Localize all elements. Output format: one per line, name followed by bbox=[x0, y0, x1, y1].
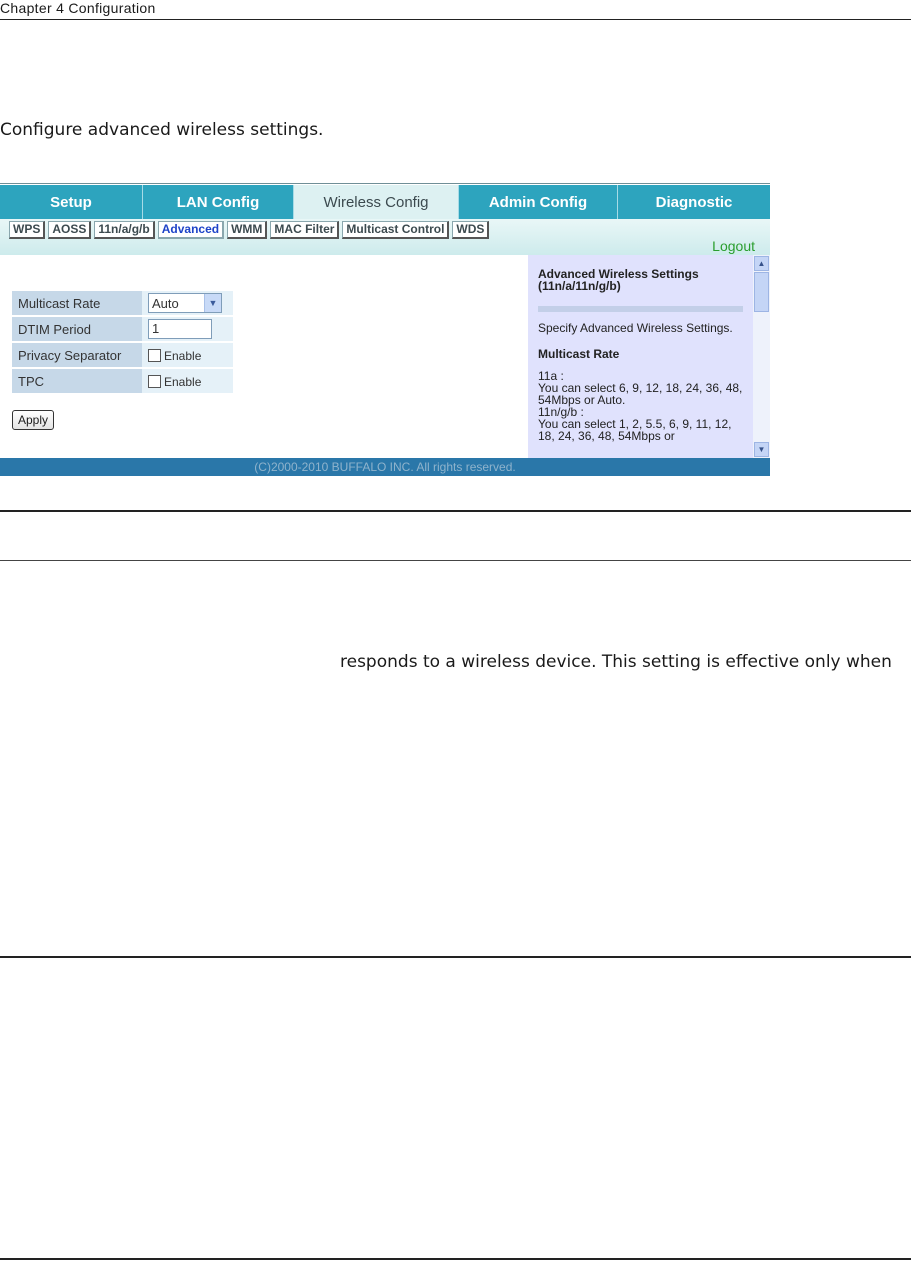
tab-admin-config[interactable]: Admin Config bbox=[459, 185, 618, 219]
subtab-wds[interactable]: WDS bbox=[452, 221, 490, 239]
table-row: DTIM Period 1 bbox=[12, 317, 233, 341]
router-screenshot: Setup LAN Config Wireless Config Admin C… bbox=[0, 183, 770, 476]
help-description: Specify Advanced Wireless Settings. bbox=[538, 321, 733, 335]
table-header-rule bbox=[0, 560, 911, 561]
intro-text: Configure advanced wireless settings. bbox=[0, 120, 324, 140]
help-11ngb-text: You can select 1, 2, 5.5, 6, 9, 11, 12, … bbox=[538, 417, 732, 443]
sub-nav-bar: WPS AOSS 11n/a/g/b Advanced WMM MAC Filt… bbox=[0, 219, 770, 255]
table-top-rule bbox=[0, 510, 911, 512]
tpc-enable-label[interactable]: Enable bbox=[164, 375, 201, 389]
help-scrollbar[interactable]: ▲ ▼ bbox=[753, 255, 770, 458]
subtab-wps[interactable]: WPS bbox=[9, 221, 46, 239]
multicast-rate-select[interactable]: Auto ▼ bbox=[148, 293, 222, 313]
settings-table: Multicast Rate Auto ▼ DTIM Period 1 Priv… bbox=[12, 289, 233, 395]
dtim-period-label: DTIM Period bbox=[12, 317, 142, 341]
chevron-down-icon[interactable]: ▼ bbox=[204, 294, 221, 312]
apply-button[interactable]: Apply bbox=[12, 410, 55, 430]
tab-lan-config[interactable]: LAN Config bbox=[143, 185, 294, 219]
multicast-rate-value: Auto bbox=[152, 295, 179, 311]
help-11a-text: You can select 6, 9, 12, 18, 24, 36, 48,… bbox=[538, 381, 743, 407]
subtab-aoss[interactable]: AOSS bbox=[48, 221, 92, 239]
sub-nav: WPS AOSS 11n/a/g/b Advanced WMM MAC Filt… bbox=[9, 221, 490, 239]
tpc-label: TPC bbox=[12, 369, 142, 393]
multicast-rate-cell: Auto ▼ bbox=[142, 291, 233, 315]
copyright-footer: (C)2000-2010 BUFFALO INC. All rights res… bbox=[0, 458, 770, 476]
dtim-period-input[interactable]: 1 bbox=[148, 319, 212, 339]
help-content: Advanced Wireless Settings (11n/a/11n/g/… bbox=[538, 268, 743, 442]
privacy-separator-enable-label[interactable]: Enable bbox=[164, 349, 201, 363]
subtab-mac-filter[interactable]: MAC Filter bbox=[270, 221, 340, 239]
multicast-rate-label: Multicast Rate bbox=[12, 291, 142, 315]
tab-setup[interactable]: Setup bbox=[0, 185, 143, 219]
help-divider bbox=[538, 306, 743, 312]
privacy-separator-label: Privacy Separator bbox=[12, 343, 142, 367]
body-text-fragment: responds to a wireless device. This sett… bbox=[340, 652, 892, 672]
table-row: Multicast Rate Auto ▼ bbox=[12, 291, 233, 315]
tpc-cell: Enable bbox=[142, 369, 233, 393]
privacy-separator-cell: Enable bbox=[142, 343, 233, 367]
scroll-up-icon[interactable]: ▲ bbox=[754, 256, 769, 271]
table-row-rule bbox=[0, 956, 911, 958]
dtim-period-cell: 1 bbox=[142, 317, 233, 341]
subtab-multicast-control[interactable]: Multicast Control bbox=[342, 221, 450, 239]
settings-form: Multicast Rate Auto ▼ DTIM Period 1 Priv… bbox=[0, 255, 528, 458]
privacy-separator-checkbox[interactable] bbox=[148, 348, 161, 362]
scroll-down-icon[interactable]: ▼ bbox=[754, 442, 769, 457]
logout-link[interactable]: Logout bbox=[712, 238, 755, 254]
subtab-wmm[interactable]: WMM bbox=[227, 221, 268, 239]
header-rule bbox=[0, 19, 911, 20]
scroll-thumb[interactable] bbox=[754, 272, 769, 312]
help-section-title: Multicast Rate bbox=[538, 347, 620, 361]
chapter-header: Chapter 4 Configuration bbox=[0, 0, 156, 16]
table-bottom-rule bbox=[0, 1258, 911, 1260]
tpc-checkbox[interactable] bbox=[148, 374, 161, 388]
subtab-advanced[interactable]: Advanced bbox=[157, 221, 225, 239]
table-row: TPC Enable bbox=[12, 369, 233, 393]
tab-wireless-config[interactable]: Wireless Config bbox=[294, 185, 459, 219]
help-panel: Advanced Wireless Settings (11n/a/11n/g/… bbox=[528, 255, 753, 458]
subtab-11nagb[interactable]: 11n/a/g/b bbox=[94, 221, 155, 239]
tab-diagnostic[interactable]: Diagnostic bbox=[618, 185, 770, 219]
main-nav: Setup LAN Config Wireless Config Admin C… bbox=[0, 185, 770, 219]
help-title: Advanced Wireless Settings (11n/a/11n/g/… bbox=[538, 267, 699, 293]
table-row: Privacy Separator Enable bbox=[12, 343, 233, 367]
